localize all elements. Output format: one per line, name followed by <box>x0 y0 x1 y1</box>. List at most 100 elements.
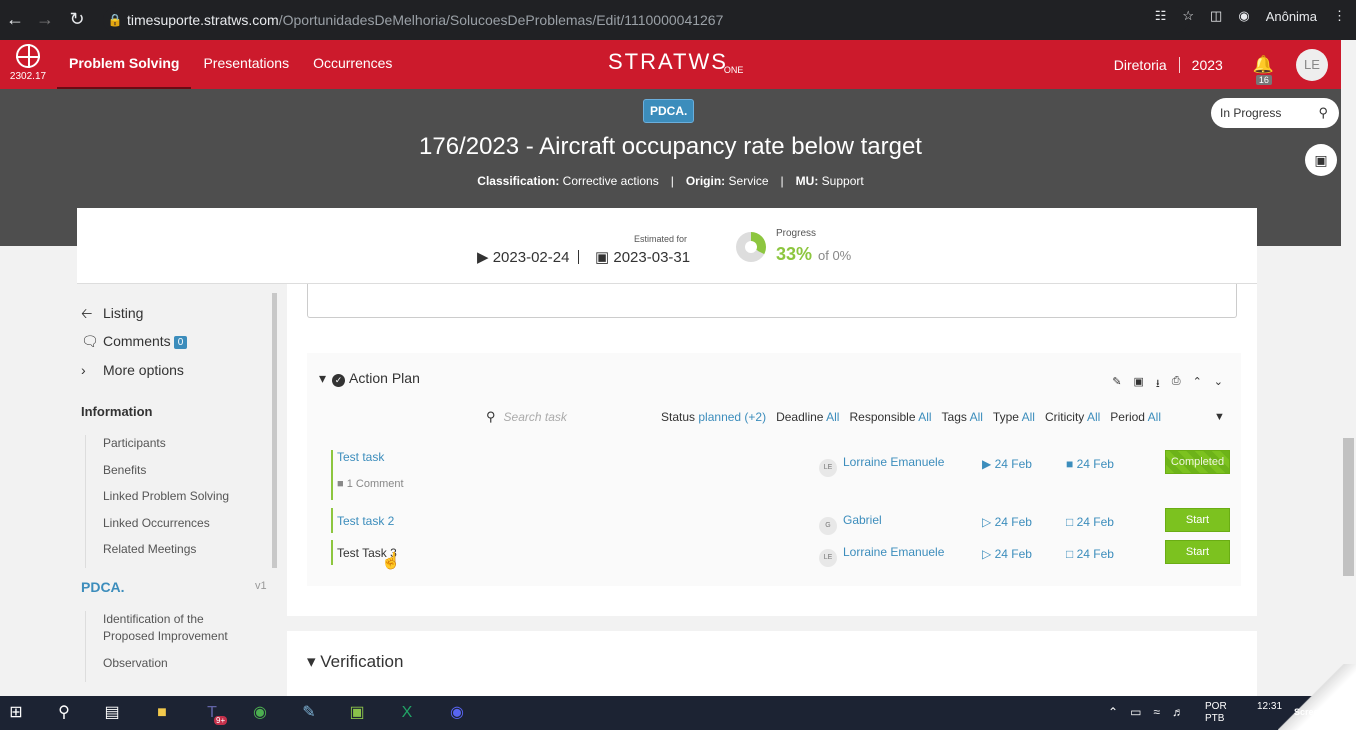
forward-icon[interactable]: → <box>30 9 60 30</box>
more-options-link[interactable]: › More options <box>81 362 184 378</box>
schedule-card: ▶ 2023-02-24 Estimated for ▣ 2023-03-31 … <box>77 208 1257 284</box>
reload-icon[interactable]: ↻ <box>62 9 92 30</box>
filter-status[interactable]: Status planned (+2) <box>661 410 766 424</box>
start-date: ▶ 2023-02-24 <box>477 248 569 266</box>
user-avatar[interactable]: LE <box>1296 48 1328 81</box>
page-subtitle: Classification: Corrective actions | Origi… <box>477 174 864 188</box>
scrollbar-thumb[interactable] <box>1343 438 1354 576</box>
chevron-up-icon[interactable]: ⌃ <box>1193 375 1202 394</box>
action-plan-header[interactable]: ▾ ✓ Action Plan <box>319 370 420 387</box>
start-button[interactable]: Start <box>1165 508 1230 532</box>
play-icon: ▶ <box>982 457 992 471</box>
sidebar-item-identification[interactable]: Identification of the Proposed Improveme… <box>103 611 250 655</box>
discord-icon[interactable]: ◉ <box>445 701 469 725</box>
chevron-up-icon[interactable]: ⌃ <box>1108 705 1118 719</box>
edit-icon[interactable]: ✎ <box>1112 375 1121 394</box>
star-icon[interactable]: ☆ <box>1182 8 1194 24</box>
sidebar-item-observation[interactable]: Observation <box>103 655 250 682</box>
task-name[interactable]: Test task <box>337 450 404 464</box>
filter-label: Tags <box>941 410 967 424</box>
sidebar-item-linked-problem-solving[interactable]: Linked Problem Solving <box>103 488 229 515</box>
stop-icon: ▣ <box>595 249 610 266</box>
sidepanel-icon[interactable]: ◫ <box>1210 8 1222 24</box>
start-value: 24 Feb <box>994 515 1032 529</box>
comment-icon: ■ <box>337 478 344 490</box>
chrome-icon[interactable]: ◉ <box>248 701 272 725</box>
year-selector[interactable]: 2023 <box>1192 57 1223 73</box>
back-icon[interactable]: ← <box>0 9 30 30</box>
clear-filter-icon[interactable]: ▼ <box>1214 411 1225 423</box>
comment-count: 1 Comment <box>346 478 404 490</box>
caret-down-icon: ▾ <box>319 370 327 386</box>
url-path: /OportunidadesDeMelhoria/SolucoesDeProbl… <box>278 12 724 28</box>
file-explorer-icon[interactable]: ■ <box>150 701 174 725</box>
completed-button[interactable]: Completed <box>1165 450 1230 474</box>
system-tray: ⌃ ▭ ≈ ♬ <box>1108 705 1184 719</box>
nav-presentations[interactable]: Presentations <box>191 40 301 89</box>
listing-link[interactable]: 🡠 Listing <box>81 303 143 327</box>
filter-tags[interactable]: Tags All <box>942 410 983 424</box>
volume-icon[interactable]: ♬ <box>1172 705 1184 719</box>
origin-value: Service <box>728 174 769 188</box>
bell-icon[interactable]: 🔔 16 <box>1253 55 1274 85</box>
add-image-icon[interactable]: ▣ <box>1305 144 1337 176</box>
add-image-icon[interactable]: ▣ <box>1133 375 1143 394</box>
sidebar-item-benefits[interactable]: Benefits <box>103 462 229 489</box>
start-button[interactable]: Start <box>1165 540 1230 564</box>
sidebar-item-linked-occurrences[interactable]: Linked Occurrences <box>103 515 229 542</box>
wifi-icon[interactable]: ≈ <box>1153 705 1160 719</box>
notepad-icon[interactable]: ✎ <box>297 701 321 725</box>
responsible-name: Gabriel <box>843 513 882 527</box>
app-version: 2302.17 <box>9 71 47 82</box>
task-end: □ 24 Feb <box>1066 547 1114 561</box>
excel-icon[interactable]: X <box>395 701 419 725</box>
app-logo[interactable]: 2302.17 <box>8 44 48 82</box>
sidebar-item-participants[interactable]: Participants <box>103 435 229 462</box>
task-search[interactable]: ⚲ Search task <box>486 409 567 425</box>
filter-period[interactable]: Period All <box>1110 410 1161 424</box>
hand-cursor-icon: ☝ <box>381 553 401 570</box>
classification-value: Corrective actions <box>562 174 659 188</box>
nav-occurrences[interactable]: Occurrences <box>301 40 404 89</box>
search-icon[interactable]: ⚲ <box>52 701 76 725</box>
comments-link[interactable]: 🗨 Comments 0 <box>81 333 188 350</box>
browser-toolbar: ← → ↻ 🔒 timesuporte.stratws.com/Oportuni… <box>0 0 1356 40</box>
windows-start-icon[interactable]: ⊞ <box>4 701 28 725</box>
menu-icon[interactable]: ⋮ <box>1333 8 1346 24</box>
profile-label[interactable]: Anônima <box>1266 9 1317 24</box>
filter-value: All <box>826 410 840 424</box>
sidebar-item-related-meetings[interactable]: Related Meetings <box>103 541 229 568</box>
sidebar-scrollbar[interactable] <box>272 293 277 568</box>
filter-value: All <box>969 410 983 424</box>
print-icon[interactable]: ⎙ <box>1172 375 1181 394</box>
check-circle-icon: ✓ <box>332 374 346 387</box>
nav-problem-solving[interactable]: Problem Solving <box>57 40 192 89</box>
project-icon[interactable]: ▣ <box>345 701 369 725</box>
description-textarea[interactable] <box>307 284 1237 318</box>
start-value: 24 Feb <box>994 457 1032 471</box>
page-title: 176/2023 - Aircraft occupancy rate below… <box>419 133 922 160</box>
translate-icon[interactable]: ☷ <box>1155 8 1167 24</box>
page-scrollbar[interactable] <box>1341 40 1356 696</box>
pdca-heading[interactable]: PDCA. <box>81 579 125 595</box>
task-comments[interactable]: ■ 1 Comment <box>337 478 404 490</box>
battery-icon[interactable]: ▭ <box>1130 705 1141 719</box>
chevron-down-icon[interactable]: ⌄ <box>1214 375 1223 394</box>
task-view-icon[interactable]: ▤ <box>100 701 124 725</box>
filter-criticity[interactable]: Criticity All <box>1045 410 1100 424</box>
task-responsible[interactable]: G Gabriel <box>819 513 882 535</box>
filter-type[interactable]: Type All <box>993 410 1035 424</box>
verification-title: Verification <box>320 652 404 671</box>
task-responsible[interactable]: LE Lorraine Emanuele <box>819 455 944 477</box>
download-icon[interactable]: ⭳ <box>1156 375 1160 394</box>
task-responsible[interactable]: LE Lorraine Emanuele <box>819 545 944 567</box>
filter-deadline[interactable]: Deadline All <box>776 410 839 424</box>
status-dropdown[interactable]: In Progress ⚲ <box>1211 98 1339 128</box>
end-date-value: 2023-03-31 <box>613 249 691 266</box>
filter-responsible[interactable]: Responsible All <box>849 410 931 424</box>
address-bar[interactable]: 🔒 timesuporte.stratws.com/OportunidadesD… <box>103 7 1189 33</box>
verification-header[interactable]: ▾ Verification <box>307 652 403 672</box>
language-indicator[interactable]: POR PTB <box>1205 701 1227 725</box>
board-selector[interactable]: Diretoria <box>1114 57 1167 73</box>
task-name[interactable]: Test task 2 <box>337 514 394 528</box>
